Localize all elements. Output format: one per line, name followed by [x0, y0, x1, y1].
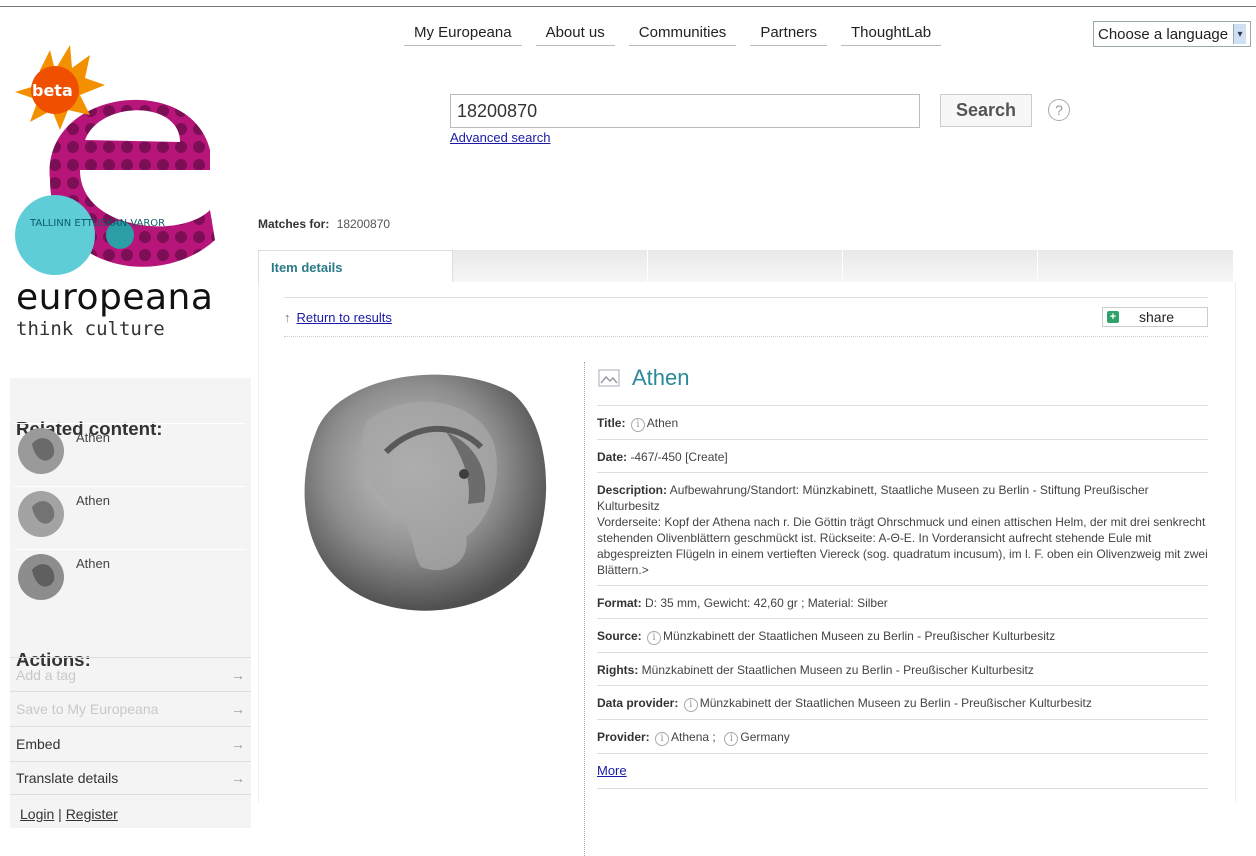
arrow-right-icon: → [231, 735, 245, 752]
info-icon[interactable]: i [683, 698, 698, 712]
field-description-value: Aufbewahrung/Standort: Münzkabinett, Sta… [597, 483, 1149, 513]
tab-item-details-label: Item details [271, 260, 343, 275]
tab-bar: Item details [258, 250, 1234, 282]
field-rights: Rights: Münzkabinett der Staatlichen Mus… [597, 652, 1208, 685]
toolbar-row [284, 297, 1208, 337]
top-nav: My Europeana About us Communities Partne… [404, 22, 955, 46]
related-item-label[interactable]: Athen [76, 487, 110, 547]
info-icon[interactable]: i [655, 732, 670, 746]
details-divider [584, 362, 585, 856]
info-icon[interactable]: i [647, 631, 662, 645]
related-thumbnail[interactable] [14, 550, 68, 600]
brand-name: europeana [16, 277, 214, 318]
matches-query: 18200870 [336, 217, 391, 231]
tab-empty-2[interactable] [453, 250, 648, 282]
related-thumbnail[interactable] [14, 487, 68, 537]
chevron-down-icon[interactable]: ▾ [1233, 24, 1246, 44]
field-rights-value: Münzkabinett der Staatlichen Museen zu B… [641, 663, 1034, 677]
search-input[interactable] [450, 94, 920, 128]
related-item[interactable]: Athen [14, 549, 246, 610]
related-thumbnail[interactable] [14, 424, 68, 474]
tab-empty-4[interactable] [843, 250, 1038, 282]
nav-thoughtlab[interactable]: ThoughtLab [841, 22, 942, 46]
related-item[interactable]: Athen [14, 486, 246, 547]
poster-text: TALLINN ETTUSKAN VAROR [29, 218, 165, 229]
login-register: Login | Register [20, 806, 118, 822]
field-provider: Provider: i Athena ; i Germany [597, 719, 1208, 753]
plus-icon: + [1107, 311, 1119, 323]
action-embed[interactable]: Embed → [10, 726, 251, 760]
info-icon[interactable]: i [630, 418, 645, 432]
arrow-up-icon: ↑ [284, 310, 291, 325]
nav-partners[interactable]: Partners [750, 22, 828, 46]
field-source: Source: i Münzkabinett der Staatlichen Mu… [597, 618, 1208, 652]
matches-line: Matches for: 18200870 [258, 217, 390, 231]
brand-tagline: think culture [16, 318, 165, 340]
arrow-right-icon: → [231, 700, 245, 717]
more-link[interactable]: More [597, 763, 627, 778]
related-item-label[interactable]: Athen [76, 424, 110, 484]
advanced-search-link[interactable]: Advanced search [450, 130, 550, 145]
info-icon[interactable]: i [724, 732, 739, 746]
related-item-label[interactable]: Athen [76, 550, 110, 610]
arrow-right-icon: → [231, 666, 245, 683]
field-date-value: -467/-450 [Create] [630, 450, 728, 464]
login-separator: | [58, 806, 62, 822]
nav-about-us[interactable]: About us [535, 22, 615, 46]
related-item[interactable]: Athen [14, 423, 246, 484]
field-description: Description: Aufbewahrung/Standort: Münz… [597, 472, 1208, 585]
field-data-provider: Data provider: i Münzkabinett der Staatli… [597, 685, 1208, 719]
field-date: Date: -467/-450 [Create] [597, 439, 1208, 472]
field-format-label: Format: [597, 596, 642, 610]
register-link[interactable]: Register [66, 806, 118, 822]
item-heading: Athen [598, 365, 690, 391]
search-button[interactable]: Search [940, 94, 1032, 127]
action-save-to-my-europeana[interactable]: Save to My Europeana → [10, 691, 251, 725]
login-link[interactable]: Login [20, 806, 54, 822]
language-select[interactable]: Choose a language ▾ [1093, 21, 1251, 47]
coin-image[interactable] [296, 362, 556, 620]
action-translate-label: Translate details [16, 770, 119, 786]
return-to-results-link[interactable]: Return to results [297, 310, 392, 325]
field-title-label: Title: [597, 416, 626, 430]
field-rights-label: Rights: [597, 663, 639, 677]
field-provider-label: Provider: [597, 730, 650, 744]
language-select-label: Choose a language [1098, 25, 1229, 43]
field-description-label: Description: [597, 483, 668, 497]
field-format-value: D: 35 mm, Gewicht: 42,60 gr ; Material: … [645, 596, 888, 610]
return-to-results[interactable]: ↑ Return to results [284, 310, 392, 325]
share-label: share [1139, 309, 1175, 325]
field-title-value: Athen [646, 416, 679, 430]
field-source-label: Source: [597, 629, 642, 643]
beta-badge: beta [32, 81, 73, 100]
help-icon[interactable]: ? [1048, 99, 1070, 121]
field-date-label: Date: [597, 450, 628, 464]
matches-label: Matches for: [258, 217, 330, 231]
arrow-right-icon: → [231, 770, 245, 786]
metadata-fields: Title: i Athen Date: -467/-450 [Create] D… [597, 405, 1208, 789]
field-title: Title: i Athen [597, 405, 1208, 439]
action-add-tag-label: Add a tag [16, 666, 76, 683]
field-source-value: Münzkabinett der Staatlichen Museen zu B… [663, 629, 1056, 643]
action-save-label: Save to My Europeana [16, 700, 159, 717]
field-more: More [597, 753, 1208, 789]
action-add-tag[interactable]: Add a tag → [10, 657, 251, 691]
image-icon [598, 369, 620, 387]
action-embed-label: Embed [16, 735, 61, 752]
field-data-provider-label: Data provider: [597, 696, 679, 710]
field-format: Format: D: 35 mm, Gewicht: 42,60 gr ; Ma… [597, 585, 1208, 618]
field-data-provider-value: Münzkabinett der Staatlichen Museen zu B… [699, 696, 1092, 710]
top-border [0, 0, 1256, 7]
tab-empty-3[interactable] [648, 250, 843, 282]
action-translate-details[interactable]: Translate details → [10, 761, 251, 795]
nav-my-europeana[interactable]: My Europeana [404, 22, 522, 46]
tab-item-details[interactable]: Item details [258, 250, 453, 282]
tab-empty-5[interactable] [1038, 250, 1233, 282]
field-provider-value: Athena ; [671, 730, 716, 744]
field-description-value-2: Vorderseite: Kopf der Athena nach r. Die… [597, 515, 1208, 577]
nav-communities[interactable]: Communities [628, 22, 737, 46]
share-button[interactable]: + share [1102, 307, 1208, 327]
field-provider-value-b: Germany [740, 730, 790, 744]
item-title: Athen [632, 365, 690, 390]
